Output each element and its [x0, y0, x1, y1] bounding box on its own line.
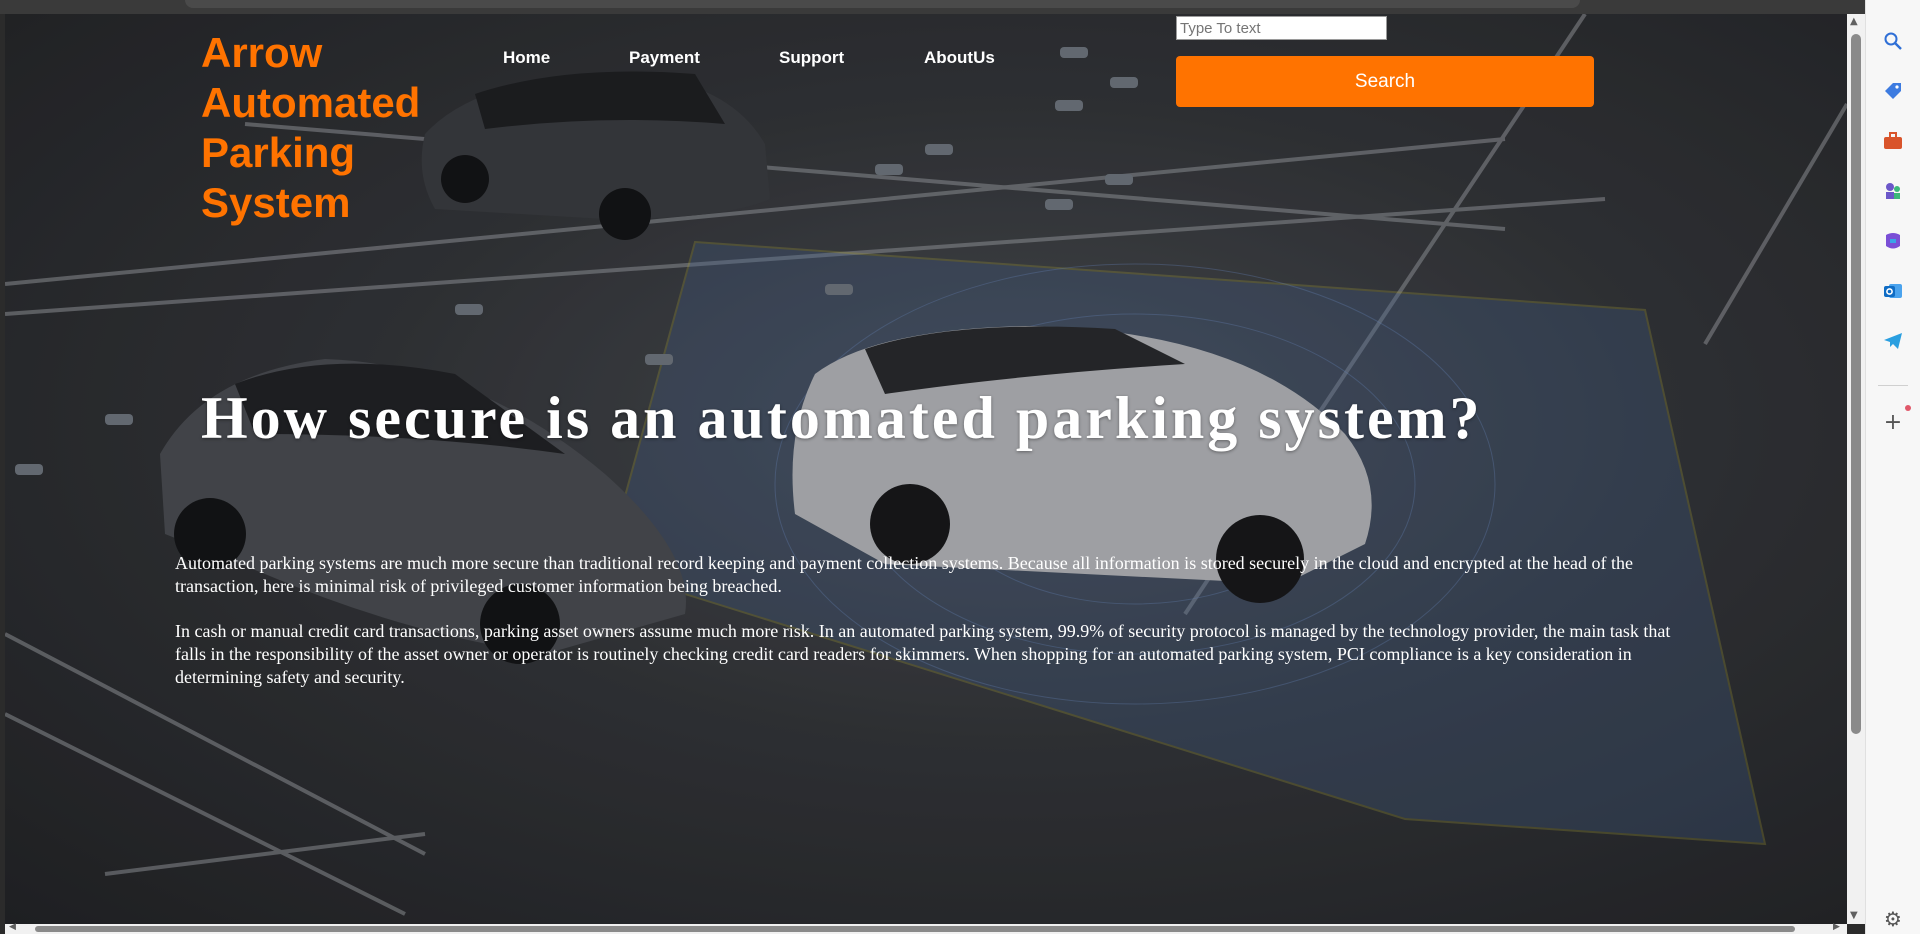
scroll-left-arrow-icon[interactable]: ◀ — [9, 922, 16, 932]
chess-icon[interactable] — [1880, 178, 1906, 204]
toolbox-icon[interactable] — [1880, 128, 1906, 154]
article-paragraph: Automated parking systems are much more … — [175, 553, 1634, 596]
browser-top-strip — [0, 0, 1920, 14]
scroll-right-arrow-icon[interactable]: ▶ — [1833, 922, 1840, 932]
browser-sidebar: + ⚙ — [1865, 0, 1920, 934]
article-paragraph: In cash or manual credit card transactio… — [175, 621, 1671, 687]
vertical-scroll-thumb[interactable] — [1851, 34, 1861, 734]
site-logo[interactable]: Arrow Automated Parking System — [201, 28, 461, 228]
search-button[interactable]: Search — [1176, 56, 1594, 107]
settings-icon[interactable]: ⚙ — [1880, 906, 1906, 932]
vertical-scrollbar[interactable]: ▲ ▼ — [1847, 14, 1865, 924]
add-icon[interactable]: + — [1880, 409, 1906, 435]
copilot-icon[interactable] — [1880, 228, 1906, 254]
horizontal-scroll-thumb[interactable] — [35, 926, 1795, 932]
search-icon[interactable] — [1880, 28, 1906, 54]
telegram-icon[interactable] — [1880, 328, 1906, 354]
logo-line: Automated — [201, 79, 421, 126]
search-input[interactable] — [1176, 16, 1387, 40]
tag-icon[interactable] — [1880, 78, 1906, 104]
hero-background: Arrow Automated Parking System Home Paym… — [5, 14, 1847, 924]
page-viewport: Arrow Automated Parking System Home Paym… — [5, 14, 1847, 924]
notification-dot — [1905, 405, 1911, 411]
logo-line: Arrow — [201, 29, 323, 76]
logo-line: System — [201, 179, 351, 226]
sidebar-divider — [1878, 385, 1908, 386]
scroll-down-arrow-icon[interactable]: ▼ — [1850, 910, 1858, 921]
nav-support-link[interactable]: Support — [779, 48, 844, 68]
scroll-up-arrow-icon[interactable]: ▲ — [1850, 16, 1858, 27]
nav-payment-link[interactable]: Payment — [629, 48, 700, 68]
nav-aboutus-link[interactable]: AboutUs — [924, 48, 995, 68]
address-bar-edge[interactable] — [185, 0, 1580, 8]
nav-home-link[interactable]: Home — [503, 48, 550, 68]
page-headline: How secure is an automated parking syste… — [201, 385, 1483, 451]
outlook-icon[interactable] — [1880, 278, 1906, 304]
horizontal-scrollbar[interactable]: ◀ ▶ — [5, 922, 1847, 934]
logo-line: Parking — [201, 129, 356, 176]
